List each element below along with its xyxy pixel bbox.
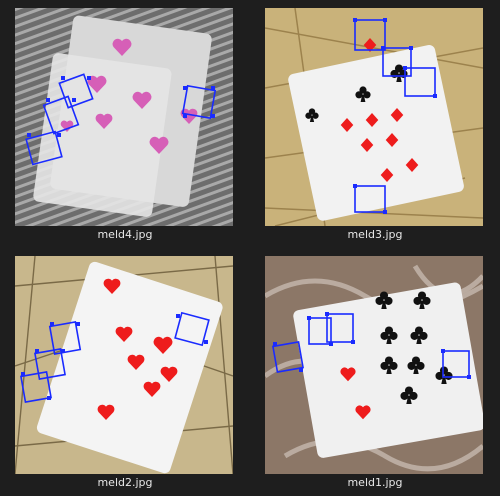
thumbnail-image[interactable] bbox=[265, 8, 483, 226]
file-tile-meld2[interactable]: meld2.jpg bbox=[0, 248, 250, 496]
file-tile-meld4[interactable]: meld4.jpg bbox=[0, 0, 250, 248]
file-name-label[interactable]: meld2.jpg bbox=[0, 476, 250, 489]
file-name-label[interactable]: meld1.jpg bbox=[250, 476, 500, 489]
thumbnail-grid: meld4.jpg meld3.jpg meld2.jpg meld1.jpg bbox=[0, 0, 500, 496]
file-tile-meld1[interactable]: meld1.jpg bbox=[250, 248, 500, 496]
file-tile-meld3[interactable]: meld3.jpg bbox=[250, 0, 500, 248]
thumbnail-image[interactable] bbox=[15, 8, 233, 226]
file-name-label[interactable]: meld4.jpg bbox=[0, 228, 250, 241]
file-name-label[interactable]: meld3.jpg bbox=[250, 228, 500, 241]
thumbnail-image[interactable] bbox=[15, 256, 233, 474]
thumbnail-image[interactable] bbox=[265, 256, 483, 474]
